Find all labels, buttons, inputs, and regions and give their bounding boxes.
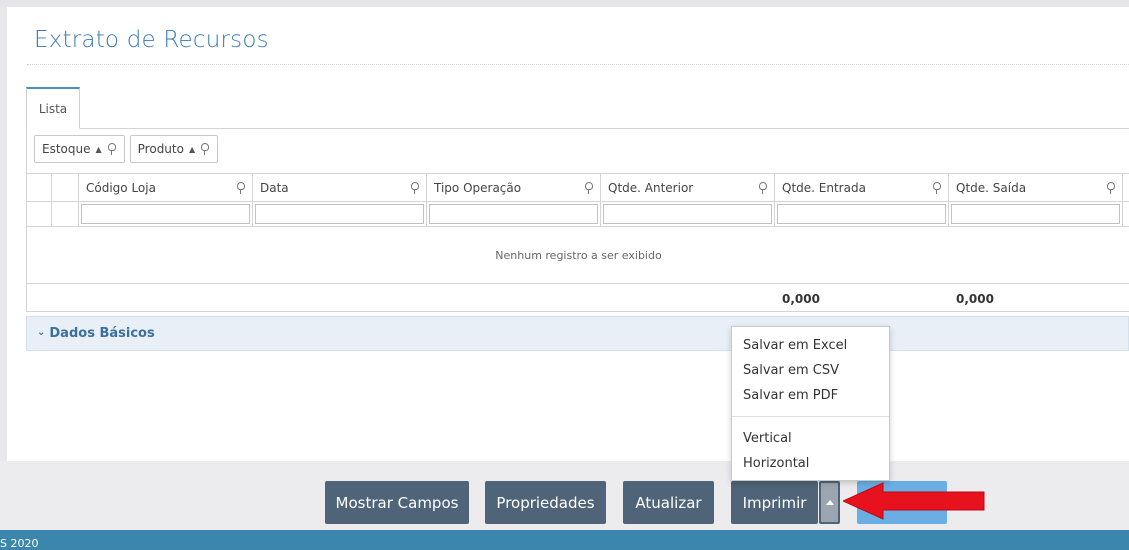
filter-input-qtde-anterior[interactable] <box>603 204 772 224</box>
mostrar-campos-button[interactable]: Mostrar Campos <box>325 481 469 524</box>
menu-item-vertical[interactable]: Vertical <box>743 431 792 446</box>
pin-icon <box>107 143 116 155</box>
pin-icon <box>200 143 210 155</box>
chevron-down-icon: ⌄ <box>37 327 46 338</box>
group-chip-label: Produto <box>137 142 184 156</box>
column-header-row: Código Loja Data Tipo Operação Qtde. Ant… <box>27 173 1129 202</box>
menu-item-salvar-pdf[interactable]: Salvar em PDF <box>743 388 838 403</box>
sort-asc-icon: ▲ <box>188 144 196 154</box>
caret-up-icon <box>825 500 834 505</box>
menu-item-salvar-csv[interactable]: Salvar em CSV <box>743 363 839 378</box>
filter-input-tipo-operacao[interactable] <box>429 204 598 224</box>
filter-cell <box>601 202 775 226</box>
imprimir-button[interactable]: Imprimir <box>731 481 818 524</box>
empty-message: Nenhum registro a ser exibido <box>27 227 1129 284</box>
filter-input-qtde-entrada[interactable] <box>777 204 946 224</box>
row-indicator-header <box>27 174 52 201</box>
main-panel: Extrato de Recursos Lista Estoque ▲ Prod… <box>7 7 1129 461</box>
pin-icon[interactable] <box>410 181 419 194</box>
pin-icon[interactable] <box>1106 181 1115 194</box>
expand-column-header <box>52 174 79 201</box>
column-header-label: Qtde. Entrada <box>782 180 866 195</box>
page-title: Extrato de Recursos <box>34 27 269 53</box>
pin-icon[interactable] <box>932 181 941 194</box>
expand-column-filter <box>52 202 79 226</box>
section-label: Dados Básicos <box>49 326 155 341</box>
sort-asc-icon: ▲ <box>95 144 102 154</box>
top-strip <box>0 0 1129 7</box>
totals-row: 0,000 0,000 <box>27 284 1129 312</box>
filter-input-data[interactable] <box>255 204 424 224</box>
filter-input-codigo-loja[interactable] <box>81 204 250 224</box>
column-header-tipo-operacao[interactable]: Tipo Operação <box>427 174 601 201</box>
print-dropdown-menu: Salvar em Excel Salvar em CSV Salvar em … <box>731 326 890 481</box>
caret-panel <box>821 483 838 522</box>
status-text: S 2020 <box>0 537 39 550</box>
pin-icon[interactable] <box>758 181 767 194</box>
row-indicator-filter <box>27 202 52 226</box>
column-header-data[interactable]: Data <box>253 174 427 201</box>
column-header-qtde-saida[interactable]: Qtde. Saída <box>949 174 1123 201</box>
column-header-label: Data <box>260 180 289 195</box>
tab-strip: Lista <box>26 86 1129 129</box>
red-arrow-annotation-icon <box>843 482 985 520</box>
filter-cell <box>949 202 1123 226</box>
group-by-bar: Estoque ▲ Produto ▲ <box>34 135 219 165</box>
group-chip-estoque[interactable]: Estoque ▲ <box>34 135 125 163</box>
filter-row <box>27 202 1129 227</box>
filter-cell <box>427 202 601 226</box>
total-qtde-saida: 0,000 <box>956 292 994 306</box>
group-chip-produto[interactable]: Produto ▲ <box>129 135 219 163</box>
menu-divider <box>732 416 889 417</box>
status-bar: S 2020 <box>0 530 1129 550</box>
menu-item-horizontal[interactable]: Horizontal <box>743 456 809 471</box>
column-header-label: Código Loja <box>86 180 156 195</box>
column-header-qtde-entrada[interactable]: Qtde. Entrada <box>775 174 949 201</box>
filter-cell <box>253 202 427 226</box>
filter-cell <box>775 202 949 226</box>
column-header-label: Qtde. Anterior <box>608 180 694 195</box>
atualizar-button[interactable]: Atualizar <box>623 481 714 524</box>
filter-input-qtde-saida[interactable] <box>951 204 1120 224</box>
column-header-label: Qtde. Saída <box>956 180 1027 195</box>
menu-item-salvar-excel[interactable]: Salvar em Excel <box>743 338 847 353</box>
propriedades-button[interactable]: Propriedades <box>485 481 606 524</box>
total-qtde-entrada: 0,000 <box>782 292 820 306</box>
title-divider <box>27 64 1129 65</box>
column-header-qtde-anterior[interactable]: Qtde. Anterior <box>601 174 775 201</box>
imprimir-menu-toggle[interactable] <box>819 481 840 524</box>
tab-lista[interactable]: Lista <box>26 87 80 129</box>
pin-icon[interactable] <box>584 181 593 194</box>
group-chip-label: Estoque <box>42 142 91 156</box>
section-dados-basicos[interactable]: ⌄ Dados Básicos <box>26 316 1129 351</box>
data-grid: Estoque ▲ Produto ▲ Código Loja Data Tip… <box>26 128 1129 312</box>
column-header-label: Tipo Operação <box>434 180 522 195</box>
column-header-codigo-loja[interactable]: Código Loja <box>79 174 253 201</box>
filter-cell <box>79 202 253 226</box>
pin-icon[interactable] <box>236 181 245 194</box>
